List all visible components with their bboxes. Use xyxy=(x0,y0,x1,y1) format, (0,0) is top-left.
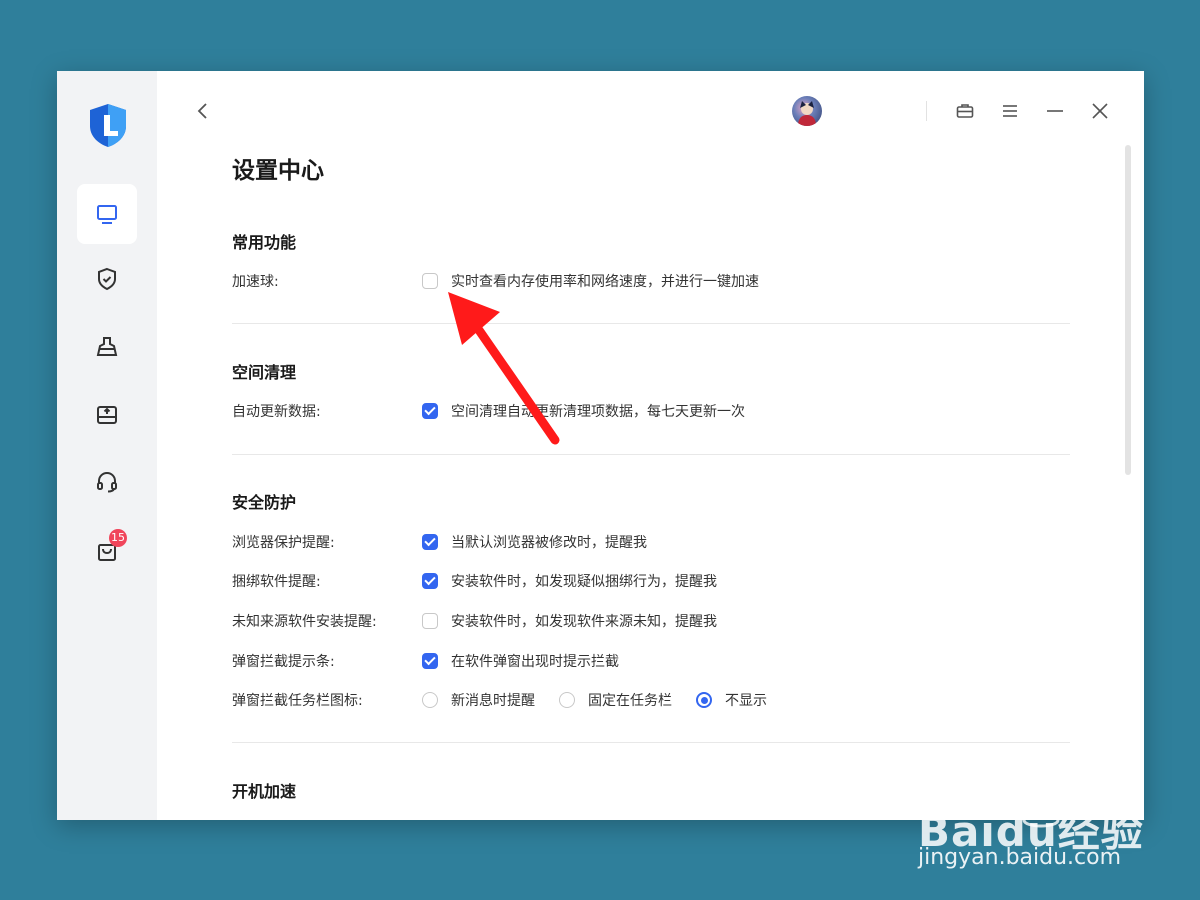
app-window: 15 设置中心 常用功能 加速球: 实时查看内存使用率和网络速度，并进行一键加速… xyxy=(57,71,1144,820)
checkbox-unchecked[interactable] xyxy=(422,613,438,629)
radio-hide[interactable]: 不显示 xyxy=(696,690,767,710)
section-title-common: 常用功能 xyxy=(232,233,297,252)
sidebar-item-security[interactable] xyxy=(77,249,137,309)
sidebar-item-store[interactable]: 15 xyxy=(77,521,137,581)
radio-unchecked[interactable] xyxy=(559,692,575,708)
setting-row-popup-taskbar: 弹窗拦截任务栏图标: 新消息时提醒 固定在任务栏 不显示 xyxy=(232,689,1072,711)
unknown-source-checkbox[interactable]: 安装软件时，如发现软件来源未知，提醒我 xyxy=(422,611,717,631)
setting-label: 弹窗拦截提示条: xyxy=(232,654,335,670)
checkbox-checked[interactable] xyxy=(422,403,438,419)
setting-row-accel-ball: 加速球: 实时查看内存使用率和网络速度，并进行一键加速 xyxy=(232,270,1072,292)
checkbox-checked[interactable] xyxy=(422,534,438,550)
section-divider xyxy=(232,323,1070,324)
topbar-divider xyxy=(926,101,927,121)
headset-icon xyxy=(97,471,117,493)
setting-row-auto-update: 自动更新数据: 空间清理自动更新清理项数据，每七天更新一次 xyxy=(232,400,1072,422)
setting-row-browser-protect: 浏览器保护提醒: 当默认浏览器被修改时，提醒我 xyxy=(232,531,1072,553)
accel-ball-checkbox[interactable]: 实时查看内存使用率和网络速度，并进行一键加速 xyxy=(422,271,759,291)
checkbox-checked[interactable] xyxy=(422,573,438,589)
shield-icon xyxy=(98,267,116,291)
bundle-alert-checkbox[interactable]: 安装软件时，如发现疑似捆绑行为，提醒我 xyxy=(422,571,717,591)
setting-label: 未知来源软件安装提醒: xyxy=(232,614,377,630)
notification-badge: 15 xyxy=(109,529,127,547)
main-content: 设置中心 常用功能 加速球: 实时查看内存使用率和网络速度，并进行一键加速 空间… xyxy=(157,71,1144,820)
toolbox-button[interactable] xyxy=(951,97,979,125)
browser-protect-checkbox[interactable]: 当默认浏览器被修改时，提醒我 xyxy=(422,532,647,552)
checkbox-unchecked[interactable] xyxy=(422,273,438,289)
chevron-left-icon xyxy=(197,103,207,119)
menu-button[interactable] xyxy=(996,97,1024,125)
auto-update-checkbox[interactable]: 空间清理自动更新清理项数据，每七天更新一次 xyxy=(422,401,745,421)
radio-new-message[interactable]: 新消息时提醒 xyxy=(422,690,535,710)
briefcase-icon xyxy=(956,104,974,118)
page-title: 设置中心 xyxy=(232,158,324,184)
sidebar: 15 xyxy=(57,71,157,820)
section-divider xyxy=(232,454,1070,455)
section-title-cleanup: 空间清理 xyxy=(232,363,297,382)
setting-row-bundle-alert: 捆绑软件提醒: 安装软件时，如发现疑似捆绑行为，提醒我 xyxy=(232,570,1072,592)
setting-label: 弹窗拦截任务栏图标: xyxy=(232,693,363,709)
broom-icon xyxy=(96,337,118,356)
minimize-button[interactable] xyxy=(1041,97,1069,125)
setting-label: 捆绑软件提醒: xyxy=(232,574,321,590)
popup-bar-checkbox[interactable]: 在软件弹窗出现时提示拦截 xyxy=(422,651,619,671)
section-title-boot: 开机加速 xyxy=(232,782,297,801)
section-title-security: 安全防护 xyxy=(232,493,297,512)
app-logo-icon xyxy=(90,104,126,147)
sidebar-item-home[interactable] xyxy=(77,184,137,244)
avatar-icon xyxy=(798,101,816,126)
section-divider xyxy=(232,742,1070,743)
minimize-icon xyxy=(1047,110,1063,112)
close-icon xyxy=(1092,103,1108,119)
user-avatar[interactable] xyxy=(792,96,822,126)
close-button[interactable] xyxy=(1086,97,1114,125)
sidebar-item-cleanup[interactable] xyxy=(77,317,137,377)
checkbox-checked[interactable] xyxy=(422,653,438,669)
setting-label: 浏览器保护提醒: xyxy=(232,535,335,551)
monitor-icon xyxy=(97,205,117,224)
radio-pin-taskbar[interactable]: 固定在任务栏 xyxy=(559,690,672,710)
sidebar-item-storage[interactable] xyxy=(77,385,137,445)
setting-row-popup-bar: 弹窗拦截提示条: 在软件弹窗出现时提示拦截 xyxy=(232,650,1072,672)
sidebar-item-support[interactable] xyxy=(77,452,137,512)
radio-unchecked[interactable] xyxy=(422,692,438,708)
setting-label: 自动更新数据: xyxy=(232,404,321,420)
watermark-url: jingyan.baidu.com xyxy=(918,845,1122,870)
setting-label: 加速球: xyxy=(232,274,279,290)
box-upload-icon xyxy=(97,406,117,424)
setting-row-unknown-source: 未知来源软件安装提醒: 安装软件时，如发现软件来源未知，提醒我 xyxy=(232,610,1072,632)
hamburger-menu-icon xyxy=(1003,105,1017,117)
scrollbar-thumb[interactable] xyxy=(1125,145,1131,475)
back-button[interactable] xyxy=(189,97,217,125)
radio-checked[interactable] xyxy=(696,692,712,708)
